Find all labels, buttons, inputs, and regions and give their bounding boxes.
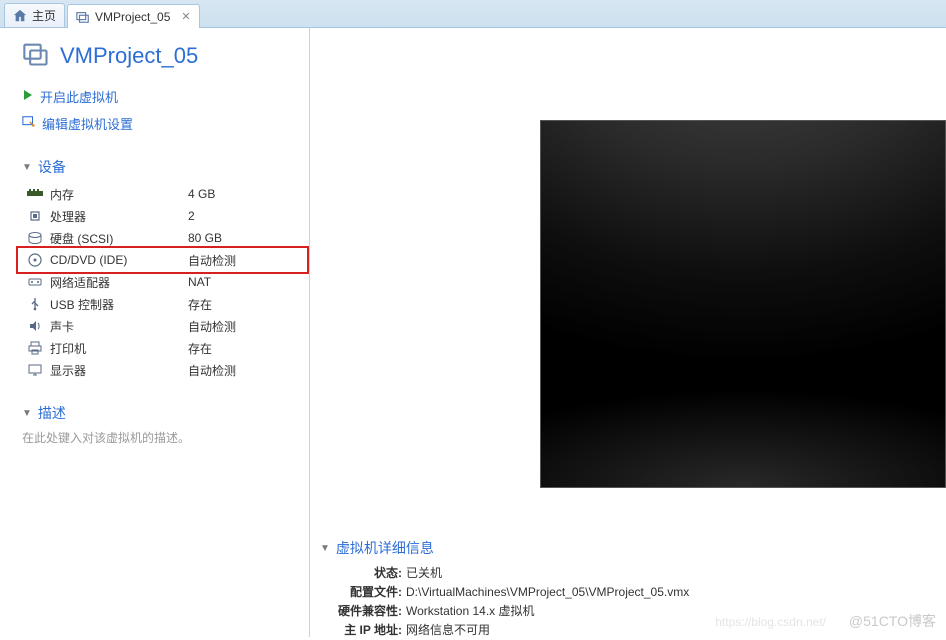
- expand-icon: ▼: [22, 162, 32, 173]
- printer-icon: [26, 339, 44, 357]
- tab-bar: 主页 VMProject_05 ✕: [0, 0, 946, 28]
- power-on-button[interactable]: 开启此虚拟机: [22, 85, 291, 108]
- tab-vmproject-label: VMProject_05: [95, 10, 170, 24]
- device-label: USB 控制器: [50, 296, 188, 313]
- device-row-cpu[interactable]: 处理器 2: [26, 205, 291, 227]
- vm-preview[interactable]: [540, 120, 946, 488]
- detail-key: 硬件兼容性:: [320, 602, 406, 621]
- cd-icon: [26, 251, 44, 269]
- detail-value: Workstation 14.x 虚拟机: [406, 602, 535, 621]
- section-description-header[interactable]: ▼ 描述: [22, 403, 291, 423]
- description-placeholder[interactable]: 在此处键入对该虚拟机的描述。: [22, 429, 291, 446]
- edit-settings-label: 编辑虚拟机设置: [42, 114, 133, 133]
- cpu-icon: [26, 207, 44, 225]
- device-row-sound[interactable]: 声卡 自动检测: [26, 315, 291, 337]
- devices-list: 内存 4 GB 处理器 2 硬盘 (SCSI) 80 GB CD/DVD (ID…: [26, 183, 291, 381]
- device-label: 硬盘 (SCSI): [50, 230, 188, 247]
- home-icon: [13, 9, 27, 23]
- vm-icon: [76, 10, 90, 24]
- detail-row-compat: 硬件兼容性: Workstation 14.x 虚拟机: [320, 602, 936, 621]
- device-label: 显示器: [50, 362, 188, 379]
- play-icon: [22, 89, 34, 104]
- disk-icon: [26, 229, 44, 247]
- detail-value: 网络信息不可用: [406, 621, 490, 640]
- device-value: NAT: [188, 275, 211, 289]
- device-label: 打印机: [50, 340, 188, 357]
- tab-home[interactable]: 主页: [4, 3, 65, 27]
- vm-title: VMProject_05: [60, 43, 198, 69]
- device-row-printer[interactable]: 打印机 存在: [26, 337, 291, 359]
- display-icon: [26, 361, 44, 379]
- device-value: 2: [188, 209, 195, 223]
- detail-value: 已关机: [406, 564, 442, 583]
- power-on-label: 开启此虚拟机: [40, 87, 118, 106]
- detail-key: 状态:: [320, 564, 406, 583]
- device-value: 自动检测: [188, 362, 236, 379]
- memory-icon: [26, 185, 44, 203]
- sound-icon: [26, 317, 44, 335]
- device-row-usb[interactable]: USB 控制器 存在: [26, 293, 291, 315]
- tab-vmproject[interactable]: VMProject_05 ✕: [67, 4, 200, 28]
- details-title: 虚拟机详细信息: [336, 538, 434, 558]
- edit-icon: [22, 115, 36, 132]
- detail-row-config: 配置文件: D:\VirtualMachines\VMProject_05\VM…: [320, 583, 936, 602]
- detail-key: 配置文件:: [320, 583, 406, 602]
- device-label: 网络适配器: [50, 274, 188, 291]
- expand-icon: ▼: [320, 543, 330, 554]
- vm-details: ▼ 虚拟机详细信息 状态: 已关机 配置文件: D:\VirtualMachin…: [320, 538, 936, 640]
- detail-key: 主 IP 地址:: [320, 621, 406, 640]
- device-value: 80 GB: [188, 231, 222, 245]
- device-label: 声卡: [50, 318, 188, 335]
- section-devices-header[interactable]: ▼ 设备: [22, 157, 291, 177]
- device-value: 自动检测: [188, 318, 236, 335]
- device-row-memory[interactable]: 内存 4 GB: [26, 183, 291, 205]
- section-description-title: 描述: [38, 403, 66, 423]
- vm-logo-icon: [22, 40, 50, 71]
- device-row-cddvd[interactable]: CD/DVD (IDE) 自动检测: [26, 249, 291, 271]
- detail-row-state: 状态: 已关机: [320, 564, 936, 583]
- expand-icon: ▼: [22, 408, 32, 419]
- edit-settings-button[interactable]: 编辑虚拟机设置: [22, 112, 291, 135]
- close-icon[interactable]: ✕: [181, 10, 190, 23]
- device-label: 内存: [50, 186, 188, 203]
- left-panel: VMProject_05 开启此虚拟机 编辑虚拟机设置 ▼ 设备 内存 4 GB: [0, 28, 310, 637]
- detail-row-ip: 主 IP 地址: 网络信息不可用: [320, 621, 936, 640]
- section-devices-title: 设备: [38, 157, 66, 177]
- detail-value: D:\VirtualMachines\VMProject_05\VMProjec…: [406, 583, 689, 602]
- network-icon: [26, 273, 44, 291]
- tab-home-label: 主页: [32, 7, 56, 24]
- device-label: CD/DVD (IDE): [50, 253, 188, 267]
- device-row-disk[interactable]: 硬盘 (SCSI) 80 GB: [26, 227, 291, 249]
- device-row-display[interactable]: 显示器 自动检测: [26, 359, 291, 381]
- usb-icon: [26, 295, 44, 313]
- device-value: 存在: [188, 296, 212, 313]
- device-label: 处理器: [50, 208, 188, 225]
- device-value: 存在: [188, 340, 212, 357]
- device-row-network[interactable]: 网络适配器 NAT: [26, 271, 291, 293]
- details-header[interactable]: ▼ 虚拟机详细信息: [320, 538, 936, 558]
- device-value: 自动检测: [188, 252, 236, 269]
- device-value: 4 GB: [188, 187, 215, 201]
- right-panel: ▼ 虚拟机详细信息 状态: 已关机 配置文件: D:\VirtualMachin…: [310, 28, 946, 637]
